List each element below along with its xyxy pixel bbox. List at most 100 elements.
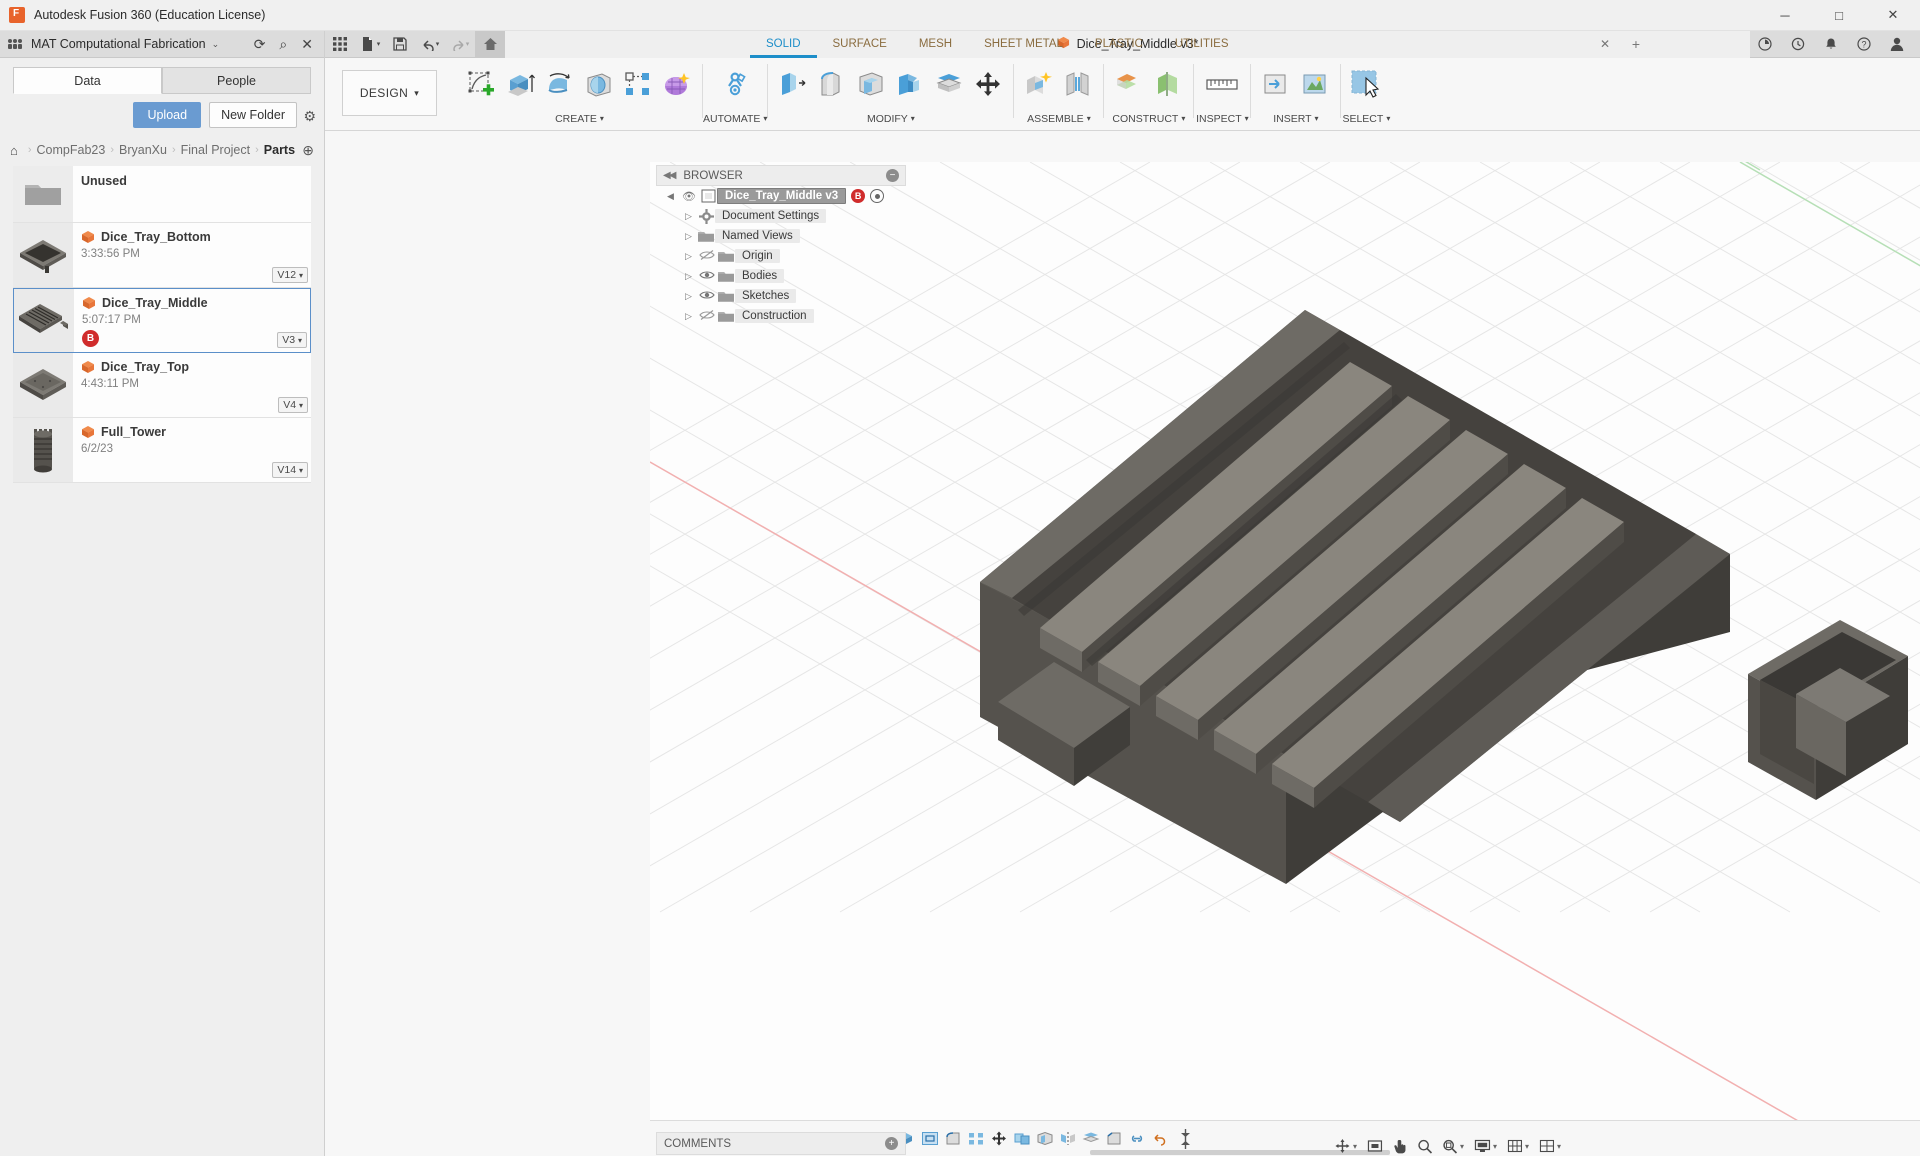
group-label-automate[interactable]: AUTOMATE▾ [703, 110, 767, 127]
browser-node-origin[interactable]: ▷ Origin [656, 246, 906, 266]
browser-node-bodies[interactable]: ▷ Bodies [656, 266, 906, 286]
expand-triangle-icon[interactable]: ▷ [680, 311, 697, 322]
revolve-icon[interactable] [542, 64, 578, 104]
press-pull-icon[interactable] [775, 64, 811, 104]
display-settings-icon[interactable]: ▾ [1470, 1135, 1501, 1156]
move-copy-icon[interactable] [970, 64, 1006, 104]
browser-node-named-views[interactable]: ▷ Named Views [656, 226, 906, 246]
pan-icon[interactable] [1388, 1135, 1411, 1156]
extrude-icon[interactable] [503, 64, 539, 104]
version-badge[interactable]: V3 ▾ [277, 332, 307, 348]
recent-activity-icon[interactable] [1783, 31, 1813, 58]
group-label-select[interactable]: SELECT▾ [1342, 110, 1390, 127]
zoom-icon[interactable] [1413, 1135, 1436, 1156]
orbit-icon[interactable]: ▾ [1330, 1135, 1361, 1156]
add-tab-icon[interactable]: + [1632, 36, 1640, 52]
panel-close-icon[interactable]: ✕ [301, 36, 313, 53]
draft-icon[interactable] [892, 64, 928, 104]
list-item-dice-tray-top[interactable]: Dice_Tray_Top 4:43:11 PM V4 ▾ [13, 353, 311, 418]
timeline-node-combine[interactable] [1012, 1130, 1032, 1147]
breadcrumb-item-parts[interactable]: Parts [264, 143, 295, 157]
browser-root-node[interactable]: ◀ 👁 Dice_Tray_Middle v3 B [656, 186, 906, 206]
list-item-dice-tray-middle[interactable]: Dice_Tray_Middle 5:07:17 PM B V3 ▾ [13, 288, 311, 353]
expand-triangle-icon[interactable]: ◀ [662, 191, 679, 202]
3d-viewport[interactable]: ◀◀ BROWSER − ◀ 👁 Dice_Tray_Middle v3 B ▷ [650, 162, 1920, 1156]
eye-icon[interactable] [697, 269, 717, 284]
sphere-icon[interactable] [581, 64, 617, 104]
new-component-icon[interactable] [1021, 64, 1057, 104]
pattern-icon[interactable] [620, 64, 656, 104]
timeline-node-undo[interactable] [1150, 1130, 1170, 1147]
chevron-down-icon[interactable]: ⌄ [212, 39, 220, 50]
group-label-modify[interactable]: MODIFY▾ [867, 110, 915, 127]
eye-icon[interactable]: 👁 [679, 190, 699, 203]
tab-surface[interactable]: SURFACE [817, 35, 903, 58]
plane-angle-icon[interactable] [1150, 64, 1186, 104]
eye-hidden-icon[interactable] [697, 249, 717, 264]
shell-icon[interactable] [853, 64, 889, 104]
timeline-node-mirror[interactable] [1058, 1130, 1078, 1147]
browser-node-construction[interactable]: ▷ Construction [656, 306, 906, 326]
viewports-icon[interactable]: ▾ [1535, 1135, 1565, 1156]
grid-snaps-icon[interactable]: ▾ [1503, 1135, 1533, 1156]
create-sketch-icon[interactable] [464, 64, 500, 104]
search-icon[interactable]: ⌕ [279, 36, 287, 53]
notifications-bell-icon[interactable] [1816, 31, 1846, 58]
expand-triangle-icon[interactable]: ▷ [680, 211, 697, 222]
expand-triangle-icon[interactable]: ▷ [680, 251, 697, 262]
tab-data[interactable]: Data [13, 67, 162, 94]
browser-header[interactable]: ◀◀ BROWSER − [656, 165, 906, 186]
offset-plane-icon[interactable] [1111, 64, 1147, 104]
group-label-assemble[interactable]: ASSEMBLE▾ [1027, 110, 1091, 127]
gear-icon[interactable]: ⚙ [303, 108, 316, 125]
group-label-construct[interactable]: CONSTRUCT▾ [1112, 110, 1185, 127]
home-icon[interactable] [475, 31, 505, 58]
version-badge[interactable]: V14 ▾ [272, 462, 308, 478]
breadcrumb-item-bryanxu[interactable]: BryanXu [119, 143, 167, 157]
minimize-button[interactable]: ─ [1758, 0, 1812, 31]
timeline-node-chamfer[interactable] [1104, 1130, 1124, 1147]
tab-plastic[interactable]: PLASTIC [1079, 35, 1159, 58]
insert-derive-icon[interactable] [1258, 64, 1294, 104]
undo-icon[interactable]: ▾ [415, 31, 445, 58]
add-comment-icon[interactable]: + [885, 1137, 898, 1150]
timeline-node-link[interactable] [1127, 1130, 1147, 1147]
automate-icon[interactable] [717, 64, 753, 104]
file-menu-icon[interactable]: ▾ [355, 31, 385, 58]
select-cursor-icon[interactable] [1348, 64, 1384, 104]
tab-sheet-metal[interactable]: SHEET METAL [968, 35, 1079, 58]
browser-node-sketches[interactable]: ▷ Sketches [656, 286, 906, 306]
comments-panel[interactable]: COMMENTS + [656, 1132, 906, 1155]
timeline-node-shell[interactable] [1035, 1130, 1055, 1147]
list-item-dice-tray-bottom[interactable]: Dice_Tray_Bottom 3:33:56 PM V12 ▾ [13, 223, 311, 288]
tab-utilities[interactable]: UTILITIES [1159, 35, 1245, 58]
workspace-switcher[interactable]: DESIGN ▾ [342, 70, 437, 116]
list-item-folder[interactable]: Unused [13, 166, 311, 223]
fit-icon[interactable] [1363, 1135, 1386, 1156]
zoom-window-icon[interactable]: ▾ [1438, 1135, 1468, 1156]
breadcrumb-item-final-project[interactable]: Final Project [181, 143, 250, 157]
new-folder-button[interactable]: New Folder [209, 102, 297, 128]
job-status-icon[interactable] [1750, 31, 1780, 58]
fillet-icon[interactable] [814, 64, 850, 104]
globe-icon[interactable]: ⊕ [302, 142, 314, 159]
tab-people[interactable]: People [162, 67, 311, 94]
redo-icon[interactable]: ▾ [445, 31, 475, 58]
eye-hidden-icon[interactable] [697, 309, 717, 324]
drag-grip-icon[interactable] [1181, 1129, 1190, 1149]
timeline-node-move[interactable] [989, 1130, 1009, 1147]
home-icon[interactable]: ⌂ [10, 143, 18, 158]
browser-node-document-settings[interactable]: ▷ Document Settings [656, 206, 906, 226]
measure-icon[interactable] [1201, 64, 1243, 104]
timeline-node-sketch[interactable] [920, 1130, 940, 1147]
joint-icon[interactable] [1060, 64, 1096, 104]
refresh-icon[interactable]: ⟳ [254, 36, 266, 53]
expand-triangle-icon[interactable]: ▷ [680, 291, 697, 302]
offset-face-icon[interactable] [931, 64, 967, 104]
tab-solid[interactable]: SOLID [750, 35, 817, 58]
user-account-icon[interactable] [1882, 31, 1912, 58]
form-icon[interactable] [659, 64, 695, 104]
breadcrumb-item-compfab23[interactable]: CompFab23 [37, 143, 106, 157]
component-activate-icon[interactable] [870, 189, 884, 203]
eye-icon[interactable] [697, 289, 717, 304]
